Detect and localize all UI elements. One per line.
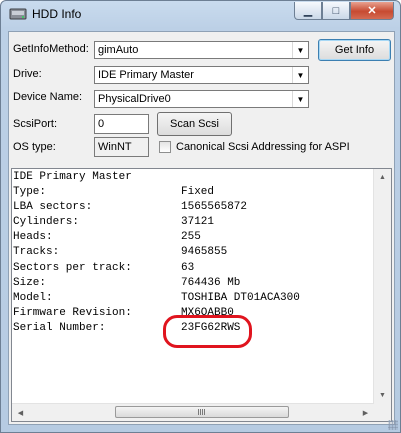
horizontal-scrollbar[interactable]: ◀ ▶ <box>12 403 374 421</box>
canonical-scsi-checkbox[interactable] <box>159 141 171 153</box>
output-value: 764436 Mb <box>181 276 241 289</box>
close-icon: ✕ <box>367 5 377 17</box>
output-row: Cylinders: 37121 <box>13 215 374 230</box>
window-title: HDD Info <box>32 7 82 21</box>
minimize-icon: ▁ <box>303 5 313 17</box>
output-row: Size: 764436 Mb <box>13 276 374 291</box>
scroll-right-icon[interactable]: ▶ <box>357 404 374 421</box>
os-type-field: WinNT <box>94 137 149 157</box>
getinfo-method-value: gimAuto <box>98 44 139 56</box>
output-key: Sectors per track: <box>13 261 132 274</box>
minimize-button[interactable]: ▁ <box>294 2 322 20</box>
serial-number-key: Serial Number: <box>13 321 106 334</box>
output-row: Type: Fixed <box>13 185 374 200</box>
device-name-dropdown-button[interactable]: ▼ <box>292 91 308 107</box>
getinfo-method-dropdown-button[interactable]: ▼ <box>292 42 308 58</box>
output-row: Tracks: 9465855 <box>13 245 374 260</box>
output-key: Size: <box>13 276 47 289</box>
output-key: Cylinders: <box>13 216 80 229</box>
output-key: LBA sectors: <box>13 201 93 214</box>
serial-number-highlight-annotation <box>163 315 252 348</box>
hdd-info-window: HDD Info ▁ □ ✕ GetInfoMethod: gimAuto ▼ … <box>0 0 401 433</box>
output-key: Tracks: <box>13 246 60 259</box>
output-row: Heads: 255 <box>13 230 374 245</box>
client-area: GetInfoMethod: gimAuto ▼ Get Info Drive:… <box>8 31 395 425</box>
scsi-port-value: 0 <box>98 118 105 130</box>
output-value: 37121 <box>181 216 215 229</box>
output-value: 255 <box>181 231 201 244</box>
resize-grip-icon[interactable] <box>388 420 398 430</box>
hdd-app-icon <box>9 8 27 20</box>
chevron-down-icon: ▼ <box>296 45 305 55</box>
vertical-scrollbar[interactable]: ▲ ▼ <box>373 169 391 404</box>
device-name-select[interactable]: PhysicalDrive0 ▼ <box>94 90 309 108</box>
close-button[interactable]: ✕ <box>350 2 394 20</box>
getinfo-method-label: GetInfoMethod: <box>13 43 89 55</box>
output-row: Model: TOSHIBA DT01ACA300 <box>13 291 374 306</box>
chevron-down-icon: ▼ <box>296 70 305 80</box>
os-type-label: OS type: <box>13 141 56 153</box>
output-value: 9465855 <box>181 246 228 259</box>
device-name-value: PhysicalDrive0 <box>98 93 171 105</box>
horizontal-scroll-thumb[interactable] <box>115 406 289 418</box>
output-value: 63 <box>181 261 195 274</box>
maximize-button[interactable]: □ <box>322 2 350 20</box>
scrollbar-corner <box>374 404 391 421</box>
os-type-value: WinNT <box>98 141 132 153</box>
scroll-up-icon[interactable]: ▲ <box>374 169 391 186</box>
output-key: Model: <box>13 291 53 304</box>
output-header: IDE Primary Master <box>13 171 132 183</box>
title-bar[interactable]: HDD Info ▁ □ ✕ <box>1 1 400 27</box>
drive-select[interactable]: IDE Primary Master ▼ <box>94 66 309 84</box>
maximize-icon: □ <box>332 4 340 17</box>
scroll-left-icon[interactable]: ◀ <box>12 404 29 421</box>
canonical-scsi-label[interactable]: Canonical Scsi Addressing for ASPI <box>176 141 350 153</box>
scan-scsi-button[interactable]: Scan Scsi <box>157 112 232 136</box>
drive-value: IDE Primary Master <box>98 69 194 81</box>
output-key: Firmware Revision: <box>13 306 132 319</box>
output-value: 1565565872 <box>181 201 248 214</box>
scsi-port-field[interactable]: 0 <box>94 114 149 134</box>
output-value: Fixed <box>181 186 215 199</box>
output-text: IDE Primary Master Type: Fixed LBA sector… <box>13 170 374 404</box>
drive-label: Drive: <box>13 68 42 80</box>
output-key: Heads: <box>13 231 53 244</box>
scsi-port-label: ScsiPort: <box>13 118 58 130</box>
get-info-button[interactable]: Get Info <box>318 39 391 61</box>
output-text-area[interactable]: IDE Primary Master Type: Fixed LBA sector… <box>11 168 392 422</box>
output-value: TOSHIBA DT01ACA300 <box>181 291 300 304</box>
scroll-down-icon[interactable]: ▼ <box>374 387 391 404</box>
chevron-down-icon: ▼ <box>296 94 305 104</box>
output-row: Sectors per track: 63 <box>13 261 374 276</box>
output-row: LBA sectors: 1565565872 <box>13 200 374 215</box>
getinfo-method-select[interactable]: gimAuto ▼ <box>94 41 309 59</box>
drive-dropdown-button[interactable]: ▼ <box>292 67 308 83</box>
output-key: Type: <box>13 186 47 199</box>
device-name-label: Device Name: <box>13 91 83 103</box>
